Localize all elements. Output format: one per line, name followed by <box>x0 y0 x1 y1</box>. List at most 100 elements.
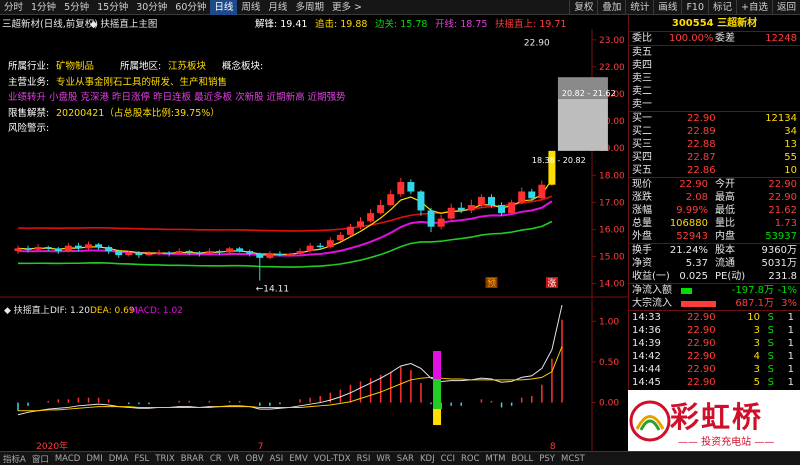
weibi-value: 100.00% <box>669 33 714 44</box>
header-indicator-1: 追击: 19.88 <box>315 19 368 29</box>
tick-row-3: 14:42 22.90 4 S 1 <box>629 350 800 363</box>
period-tab-10[interactable]: 更多 > <box>328 0 366 15</box>
candle-body <box>397 182 405 195</box>
bid-label: 买三 <box>632 139 652 150</box>
flow-row-0: 净流入额 -197.8万 -1% <box>629 284 800 297</box>
period-tab-4[interactable]: 30分钟 <box>132 0 171 15</box>
period-tab-7[interactable]: 周线 <box>237 0 264 15</box>
candle-body <box>487 196 495 206</box>
indicator-tab-4[interactable]: DMA <box>106 454 132 464</box>
candle-body <box>498 205 506 214</box>
indicator-name[interactable]: ◆ 扶摇直上主图 <box>90 16 157 29</box>
candle-body <box>74 245 82 249</box>
tick-side: S <box>767 312 774 323</box>
indicator-tab-1[interactable]: 窗口 <box>29 453 52 465</box>
ask-label: 卖五 <box>632 47 652 58</box>
flow-label: 大宗流入 <box>632 298 672 309</box>
indicator-tab-22[interactable]: PSY <box>536 454 558 464</box>
fund-label: PE(动) <box>715 271 746 282</box>
chart-header: 三超新材(日线,前复权) ◆ 扶摇直上主图 解锋: 19.41 追击: 19.88… <box>0 15 628 29</box>
ask-label: 卖一 <box>632 99 652 110</box>
weicha-value: 12248 <box>765 33 797 44</box>
indicator-tab-11[interactable]: ASI <box>267 454 287 464</box>
indicator-tab-3[interactable]: DMI <box>83 454 105 464</box>
toolbar-button-0[interactable]: 复权 <box>569 0 597 15</box>
toolbar-button-7[interactable]: 返回 <box>771 0 800 15</box>
chart-area[interactable]: 23.00 22.00 21.00 20.00 19.00 18.00 17.00 16.00… <box>0 29 628 451</box>
signal-column-magenta <box>433 351 442 379</box>
candle-body <box>246 251 254 254</box>
tick-volume: 3 <box>753 325 760 336</box>
macd-dif-value: DIF: 1.20 <box>50 306 90 316</box>
stat-label: 现价 <box>632 179 652 190</box>
tick-count: 1 <box>787 312 794 323</box>
price-tick-label-8: 15.00 <box>599 253 625 263</box>
period-tab-0[interactable]: 分时 <box>0 0 27 15</box>
stat-value: 1.73 <box>774 218 797 229</box>
toolbar-button-3[interactable]: 画线 <box>653 0 681 15</box>
period-tab-6[interactable]: 日线 <box>210 0 238 15</box>
candle-body <box>236 248 244 252</box>
header-indicator-4: 扶摇直上: 19.71 <box>495 19 567 29</box>
stat-row-2: 涨幅 9.99% 最低 21.62 <box>629 204 800 217</box>
bid-label: 买五 <box>632 165 652 176</box>
candle-body <box>316 245 324 248</box>
toolbar-button-2[interactable]: 统计 <box>625 0 653 15</box>
indicator-tab-8[interactable]: CR <box>207 454 225 464</box>
fund-label: 股本 <box>715 245 735 256</box>
indicator-tab-10[interactable]: OBV <box>242 454 266 464</box>
signal-marker-text-0: 预 <box>487 278 496 289</box>
bid-row-3: 买四 22.87 55 <box>629 151 800 164</box>
rainbow-logo-icon <box>629 400 671 442</box>
candle-body <box>195 252 203 254</box>
period-tab-9[interactable]: 多周期 <box>291 0 328 15</box>
fund-label: 换手 <box>632 245 652 256</box>
signal-marker-text-1: 涨 <box>547 278 556 289</box>
indicator-tab-7[interactable]: BRAR <box>178 454 207 464</box>
ask-label: 卖四 <box>632 60 652 71</box>
tick-side: S <box>767 338 774 349</box>
period-tab-8[interactable]: 月线 <box>264 0 291 15</box>
candle-body <box>477 196 485 206</box>
indicator-tab-2[interactable]: MACD <box>52 454 83 464</box>
candle-body <box>508 202 516 214</box>
indicator-tab-19[interactable]: ROC <box>458 454 483 464</box>
period-tab-1[interactable]: 1分钟 <box>27 0 60 15</box>
industry-label: 所属行业: <box>8 61 50 72</box>
indicator-tab-6[interactable]: TRIX <box>152 454 177 464</box>
macd-indicator-name[interactable]: ◆ 扶摇直上 <box>4 304 50 316</box>
indicator-tab-12[interactable]: EMV <box>286 454 311 464</box>
period-tab-5[interactable]: 60分钟 <box>171 0 210 15</box>
indicator-tab-13[interactable]: VOL-TDX <box>311 454 354 464</box>
stock-name: 三超新材 <box>717 18 758 29</box>
tick-price: 22.90 <box>687 325 716 336</box>
range-label-upper: 20.82 - 21.62 <box>562 89 616 98</box>
toolbar-button-6[interactable]: +自选 <box>736 0 772 15</box>
weibi-label: 委比 <box>632 33 652 44</box>
indicator-tab-16[interactable]: SAR <box>394 454 417 464</box>
tick-volume: 3 <box>753 338 760 349</box>
stock-title: 三超新材(日线,前复权) <box>2 19 98 29</box>
indicator-tab-20[interactable]: MTM <box>483 454 509 464</box>
toolbar-button-1[interactable]: 叠加 <box>597 0 625 15</box>
indicator-tab-5[interactable]: FSL <box>131 454 152 464</box>
indicator-tab-23[interactable]: MCST <box>558 454 588 464</box>
indicator-tab-15[interactable]: WR <box>373 454 393 464</box>
business-value: 专业从事金刚石工具的研发、生产和销售 <box>56 76 228 88</box>
indicator-tab-14[interactable]: RSI <box>354 454 374 464</box>
period-tab-3[interactable]: 15分钟 <box>93 0 132 15</box>
fund-value: 0.025 <box>679 271 708 282</box>
flow-percent: 3% <box>781 298 797 309</box>
candle-body <box>286 253 294 256</box>
bid-row-4: 买五 22.86 10 <box>629 164 800 177</box>
period-tab-2[interactable]: 5分钟 <box>60 0 93 15</box>
toolbar-button-5[interactable]: 标记 <box>708 0 736 15</box>
indicator-tab-21[interactable]: BOLL <box>508 454 536 464</box>
indicator-tab-17[interactable]: KDJ <box>417 454 438 464</box>
tick-row-2: 14:39 22.90 3 S 1 <box>629 337 800 350</box>
toolbar-button-4[interactable]: F10 <box>681 0 708 15</box>
indicator-tab-9[interactable]: VR <box>225 454 243 464</box>
stat-row-1: 涨跌 2.08 最高 22.90 <box>629 191 800 204</box>
indicator-tab-18[interactable]: CCI <box>438 454 458 464</box>
indicator-tab-0[interactable]: 指标A <box>0 453 29 465</box>
